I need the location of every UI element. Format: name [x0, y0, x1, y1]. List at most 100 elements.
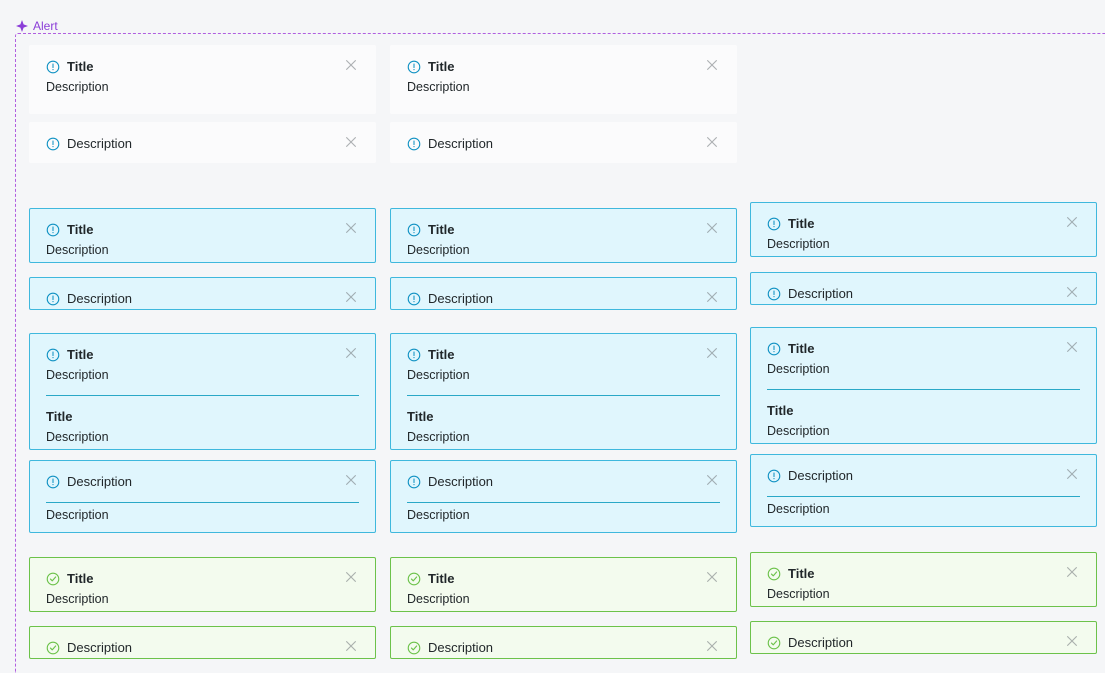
alert-description: Description	[67, 640, 133, 655]
alert-divider	[46, 502, 359, 503]
info-circle-icon	[767, 342, 781, 356]
close-icon[interactable]	[704, 134, 720, 150]
alert-description: Description	[788, 468, 854, 483]
alert-card: Title Description	[29, 208, 376, 263]
alert-description: Description	[428, 291, 494, 306]
alert-title: Title	[67, 347, 94, 362]
alert-description: Description	[788, 635, 854, 650]
alert-secondary-title: Title	[46, 409, 73, 424]
alert-description: Description	[67, 474, 133, 489]
info-circle-icon	[407, 292, 421, 306]
alert-card: Description Description	[29, 460, 376, 533]
info-circle-icon	[46, 137, 60, 151]
close-icon[interactable]	[1064, 466, 1080, 482]
close-icon[interactable]	[1064, 339, 1080, 355]
alert-card: Description	[29, 626, 376, 659]
alert-card: Title Description	[390, 45, 737, 114]
close-icon[interactable]	[1064, 284, 1080, 300]
alert-description: Description	[46, 80, 109, 94]
sparkle-diamond-icon	[16, 20, 28, 32]
info-circle-icon	[407, 223, 421, 237]
alert-card-header: Description	[407, 291, 720, 307]
alert-divider	[767, 389, 1080, 390]
info-circle-icon	[46, 292, 60, 306]
alert-title: Title	[428, 571, 455, 586]
info-circle-icon	[767, 469, 781, 483]
alert-secondary-description: Description	[46, 430, 109, 444]
alert-card-header: Title	[46, 347, 359, 363]
info-circle-icon	[767, 287, 781, 301]
close-icon[interactable]	[343, 569, 359, 585]
alert-card-header: Description	[767, 635, 1080, 651]
alert-card: Description Description	[750, 454, 1097, 527]
alert-card-header: Description	[46, 640, 359, 656]
close-icon[interactable]	[704, 57, 720, 73]
close-icon[interactable]	[704, 289, 720, 305]
close-icon[interactable]	[343, 220, 359, 236]
close-icon[interactable]	[1064, 633, 1080, 649]
alert-card: Title Description	[750, 202, 1097, 257]
info-circle-icon	[46, 348, 60, 362]
close-icon[interactable]	[343, 134, 359, 150]
check-circle-icon	[46, 572, 60, 586]
alert-description: Description	[428, 474, 494, 489]
close-icon[interactable]	[704, 472, 720, 488]
alert-card-header: Title	[407, 59, 720, 75]
section-label: Alert	[16, 19, 58, 33]
alert-card-header: Title	[407, 571, 720, 587]
section-label-text: Alert	[33, 19, 58, 33]
alert-card: Description	[390, 277, 737, 310]
alert-secondary-description: Description	[407, 508, 470, 522]
check-circle-icon	[407, 641, 421, 655]
alert-description: Description	[407, 368, 470, 382]
close-icon[interactable]	[343, 472, 359, 488]
info-circle-icon	[407, 348, 421, 362]
alert-secondary-title: Title	[407, 409, 434, 424]
alert-secondary-description: Description	[407, 430, 470, 444]
alert-card: Title Description	[750, 552, 1097, 607]
close-icon[interactable]	[704, 638, 720, 654]
alert-description: Description	[767, 237, 830, 251]
check-circle-icon	[767, 567, 781, 581]
alert-card-header: Title	[407, 347, 720, 363]
close-icon[interactable]	[704, 345, 720, 361]
alert-divider	[46, 395, 359, 396]
alert-title: Title	[788, 341, 815, 356]
alert-card: Description	[390, 122, 737, 163]
alert-card: Title Description Title Description	[390, 333, 737, 450]
alert-card-header: Title	[767, 216, 1080, 232]
check-circle-icon	[46, 641, 60, 655]
alert-card: Description	[750, 621, 1097, 654]
alert-title: Title	[67, 571, 94, 586]
info-circle-icon	[407, 60, 421, 74]
close-icon[interactable]	[1064, 214, 1080, 230]
alert-card: Title Description	[390, 208, 737, 263]
alert-description: Description	[767, 587, 830, 601]
close-icon[interactable]	[343, 57, 359, 73]
alert-card-header: Description	[46, 136, 359, 152]
close-icon[interactable]	[704, 220, 720, 236]
alert-card-header: Title	[46, 59, 359, 75]
close-icon[interactable]	[1064, 564, 1080, 580]
info-circle-icon	[46, 475, 60, 489]
alert-title: Title	[428, 59, 455, 74]
close-icon[interactable]	[343, 638, 359, 654]
alert-card-header: Title	[46, 222, 359, 238]
alert-description: Description	[46, 368, 109, 382]
alert-card: Description	[750, 272, 1097, 305]
alert-secondary-title: Title	[767, 403, 794, 418]
close-icon[interactable]	[343, 345, 359, 361]
alert-card: Description	[29, 122, 376, 163]
alert-description: Description	[428, 136, 494, 151]
alert-card-header: Description	[46, 291, 359, 307]
alert-card-header: Title	[767, 566, 1080, 582]
alert-card: Title Description Title Description	[750, 327, 1097, 444]
close-icon[interactable]	[343, 289, 359, 305]
alert-card: Description Description	[390, 460, 737, 533]
alert-description: Description	[428, 640, 494, 655]
alert-description: Description	[67, 291, 133, 306]
alert-card: Description	[390, 626, 737, 659]
alert-card-header: Title	[767, 341, 1080, 357]
close-icon[interactable]	[704, 569, 720, 585]
alert-secondary-description: Description	[46, 508, 109, 522]
